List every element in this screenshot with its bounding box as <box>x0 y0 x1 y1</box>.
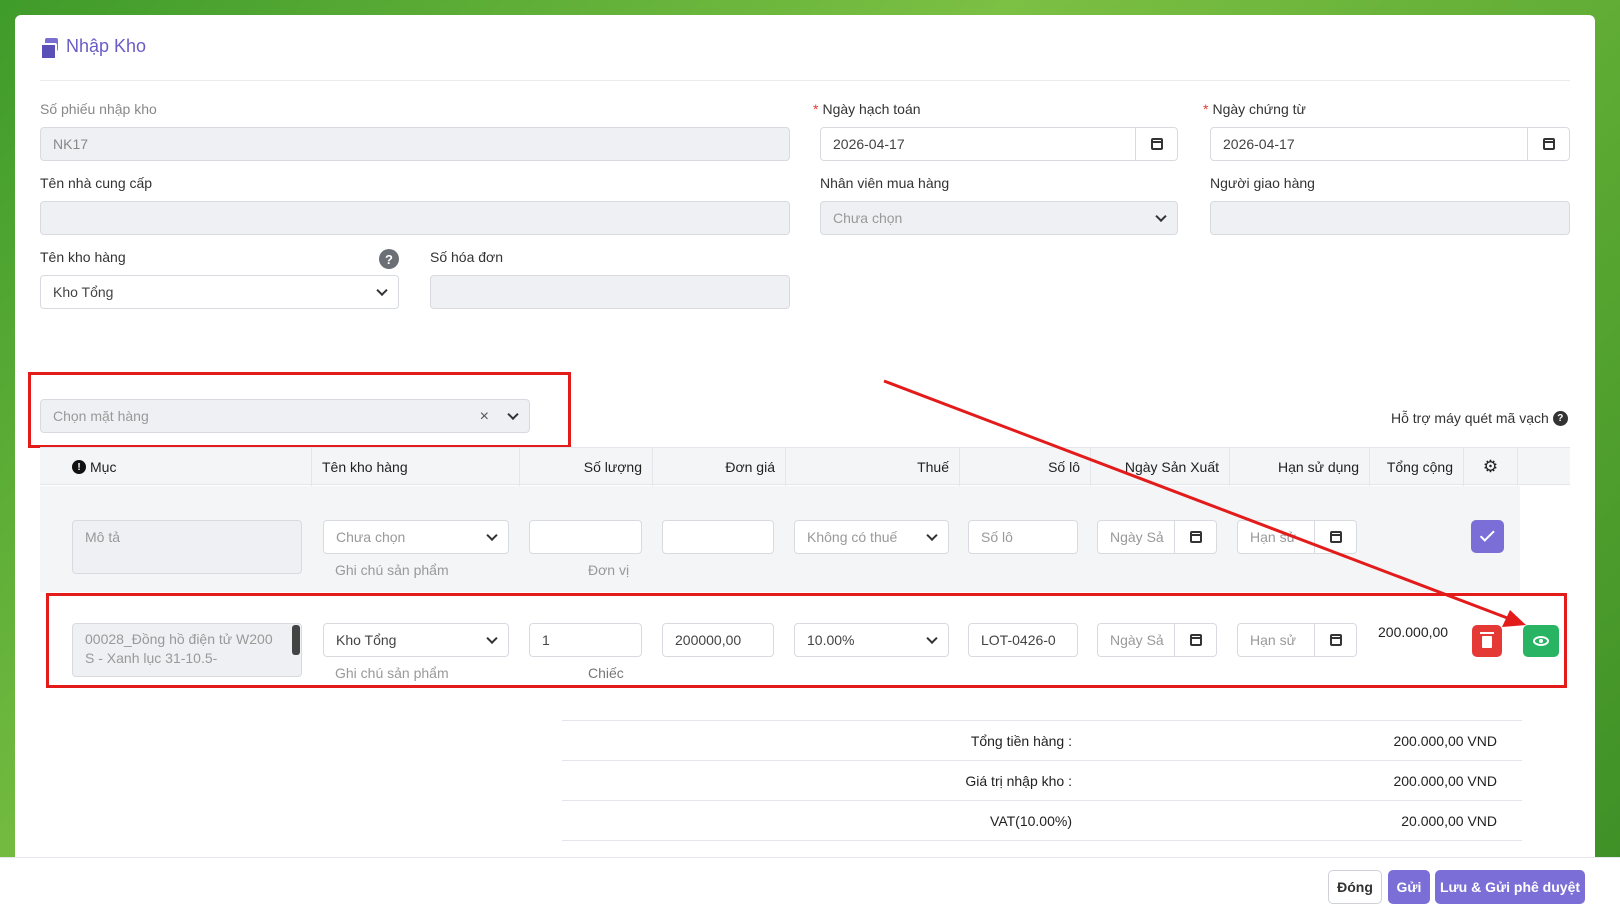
summary-row <box>562 840 1522 857</box>
footer-bar: Đóng Gửi Lưu & Gửi phê duyệt <box>0 857 1620 910</box>
summary-row: VAT(10.00%) 20.000,00 VND <box>562 800 1522 840</box>
close-button[interactable]: Đóng <box>1328 870 1382 904</box>
summary-row: Tổng tiền hàng :200.000,00 VND <box>562 720 1522 760</box>
save-send-approval-button[interactable]: Lưu & Gửi phê duyệt <box>1435 870 1585 904</box>
summary-row: Giá trị nhập kho :200.000,00 VND <box>562 760 1522 800</box>
send-button[interactable]: Gửi <box>1388 870 1430 904</box>
